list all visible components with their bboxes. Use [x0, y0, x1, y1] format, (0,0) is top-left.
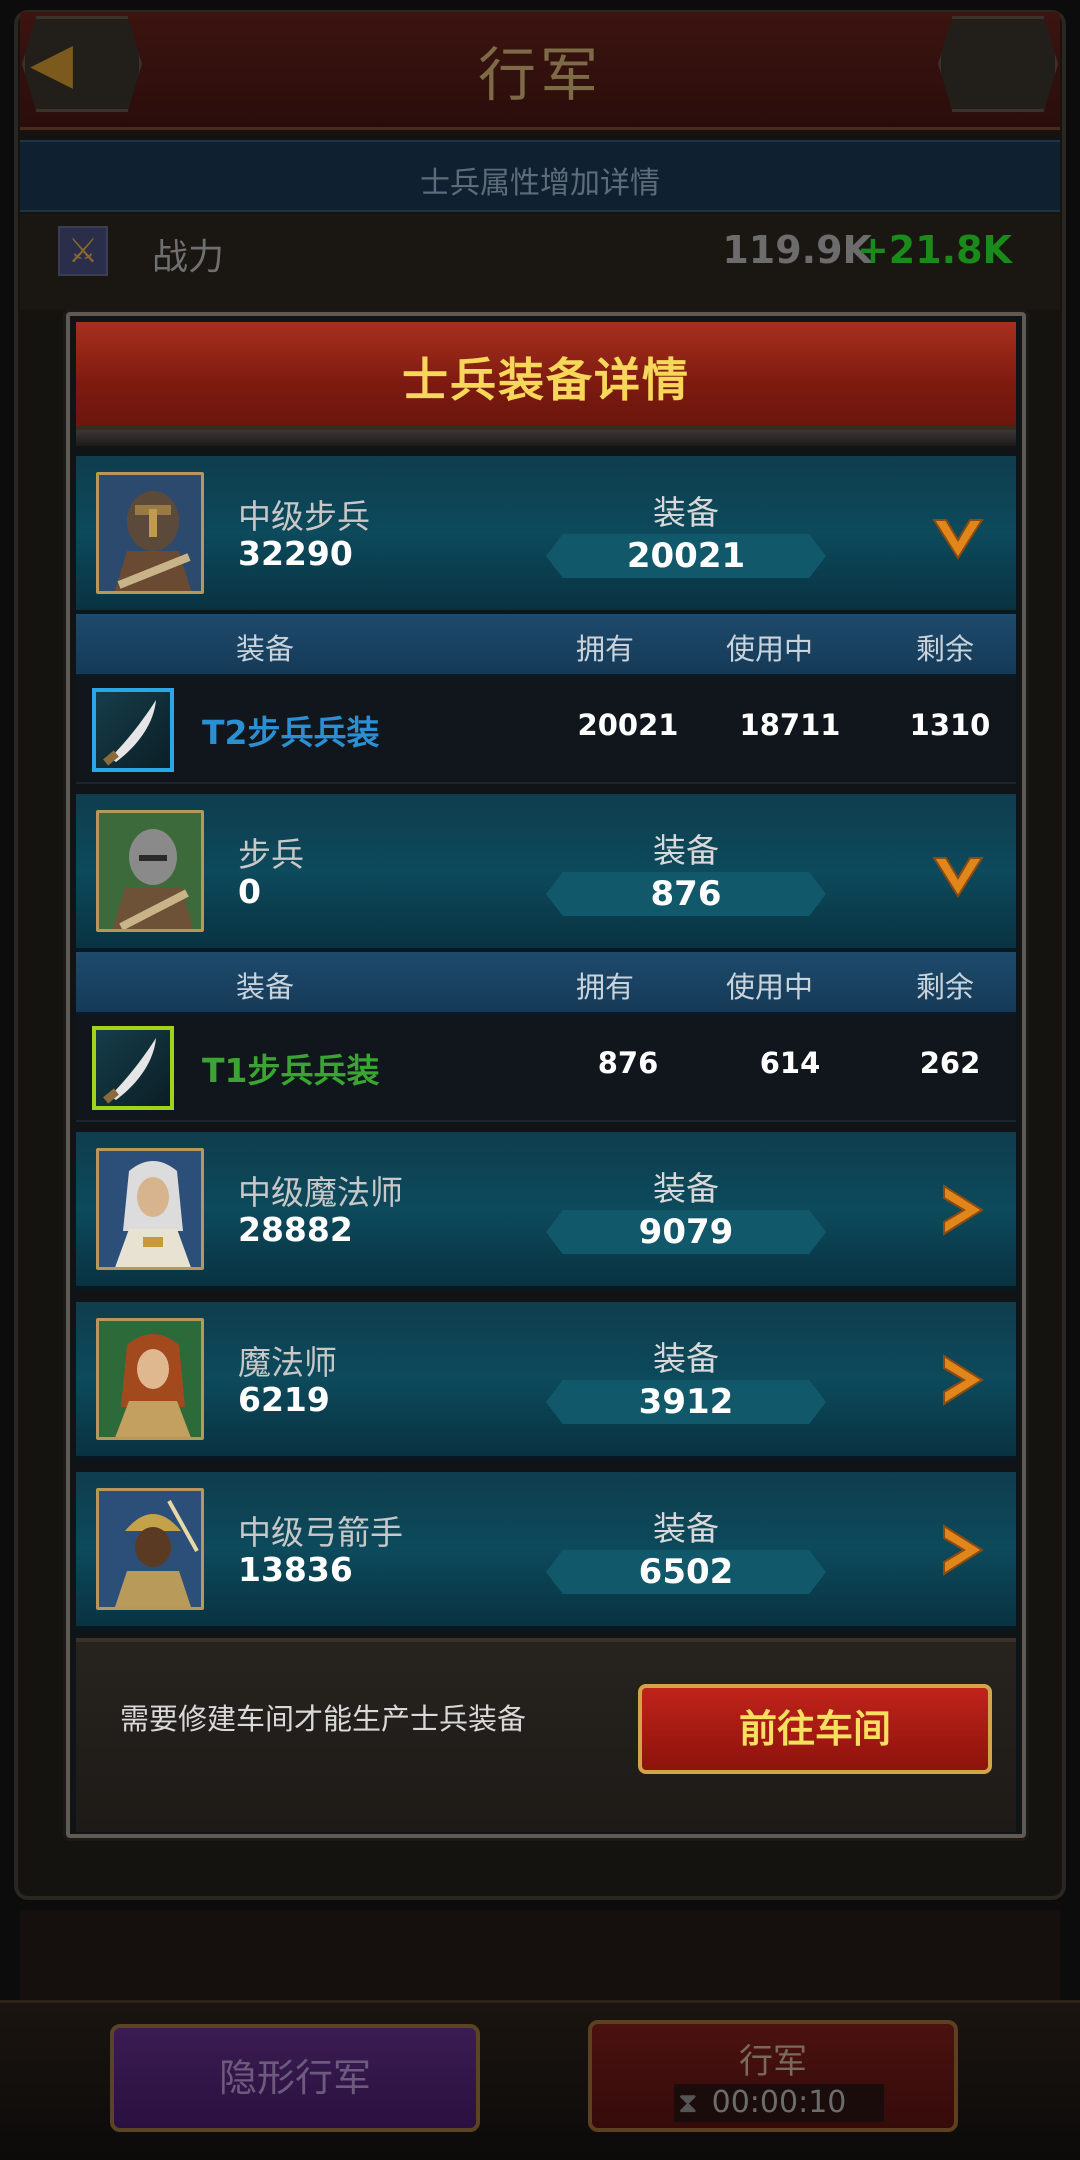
gear-name: T2步兵兵装	[202, 713, 380, 752]
unit-count: 32290	[238, 534, 353, 573]
march-screen: ◀ 行军 士兵属性增加详情 ⚔ 战力 119.9K +21.8K 隐形行军 行军…	[0, 0, 1080, 2160]
gear-name: T1步兵兵装	[202, 1051, 380, 1090]
unit-portrait	[96, 1488, 204, 1610]
unit-row[interactable]: 中级步兵 32290 装备 20021	[76, 456, 1016, 614]
gear-in-use: 614	[759, 1046, 821, 1080]
stealth-march-button[interactable]: 隐形行军	[110, 2024, 480, 2132]
unit-count: 28882	[238, 1210, 353, 1249]
march-button[interactable]: 行军 00:00:10 ⧗	[588, 2020, 958, 2132]
col-gear: 装备	[236, 632, 295, 666]
gear-table-header: 装备 拥有 使用中 剩余	[76, 614, 1016, 676]
equip-count: 9079	[546, 1210, 826, 1254]
chevron-right-icon[interactable]	[938, 1182, 986, 1238]
equip-count: 3912	[546, 1380, 826, 1424]
power-label: 战力	[152, 237, 225, 278]
hourglass-icon: ⧗	[678, 2086, 698, 2119]
workshop-requirement-note: 需要修建车间才能生产士兵装备	[120, 1702, 527, 1736]
sorceress-portrait-icon	[99, 1321, 201, 1437]
gear-remaining: 1310	[909, 708, 991, 742]
unit-row[interactable]: 魔法师 6219 装备 3912	[76, 1302, 1016, 1460]
col-owned: 拥有	[576, 970, 635, 1004]
equip-label: 装备	[653, 1169, 719, 1208]
blade-icon	[92, 688, 174, 772]
chevron-down-icon[interactable]	[930, 510, 986, 566]
go-to-workshop-button[interactable]: 前往车间	[638, 1684, 992, 1774]
col-remaining: 剩余	[916, 632, 975, 666]
modal-footer: 需要修建车间才能生产士兵装备 前往车间	[76, 1638, 1016, 1832]
page-title: 行军	[477, 41, 602, 109]
unit-name: 中级弓箭手	[238, 1513, 403, 1552]
gear-table-header: 装备 拥有 使用中 剩余	[76, 952, 1016, 1014]
unit-row[interactable]: 中级弓箭手 13836 装备 6502	[76, 1472, 1016, 1630]
modal-title: 士兵装备详情	[402, 353, 690, 407]
unit-row[interactable]: 步兵 0 装备 876	[76, 794, 1016, 952]
gear-owned: 876	[597, 1046, 659, 1080]
infantry-portrait-icon	[99, 813, 201, 929]
unit-count: 0	[238, 872, 261, 911]
gear-row: T2步兵兵装 20021 18711 1310	[76, 676, 1016, 784]
modal-header-trim	[76, 430, 1016, 446]
equip-label: 装备	[653, 1509, 719, 1548]
col-in-use: 使用中	[726, 632, 814, 666]
gear-owned: 20021	[577, 708, 679, 742]
march-button-label: 行军	[739, 2042, 807, 2082]
gear-in-use: 18711	[739, 708, 841, 742]
unit-name: 步兵	[238, 835, 304, 874]
unit-portrait	[96, 1318, 204, 1440]
unit-name: 中级步兵	[238, 497, 370, 536]
equip-count: 876	[546, 872, 826, 916]
chevron-down-icon[interactable]	[930, 848, 986, 904]
equip-label: 装备	[653, 1339, 719, 1378]
sword-icon: ⚔	[58, 226, 108, 276]
equip-label: 装备	[653, 831, 719, 870]
unit-name: 中级魔法师	[238, 1173, 403, 1212]
unit-name: 魔法师	[238, 1343, 337, 1382]
archer-portrait-icon	[99, 1491, 201, 1607]
gear-remaining: 262	[919, 1046, 981, 1080]
march-timer: 00:00:10	[674, 2084, 884, 2122]
unit-count: 6219	[238, 1380, 330, 1419]
col-gear: 装备	[236, 970, 295, 1004]
gear-row: T1步兵兵装 876 614 262	[76, 1014, 1016, 1122]
power-value: 119.9K	[722, 228, 872, 272]
chevron-right-icon[interactable]	[938, 1352, 986, 1408]
unit-portrait	[96, 1148, 204, 1270]
chevron-right-icon[interactable]	[938, 1522, 986, 1578]
attribute-subheader: 士兵属性增加详情	[420, 166, 660, 201]
col-owned: 拥有	[576, 632, 635, 666]
equipment-details-modal: 士兵装备详情 中级步兵 32290 装备 20021 装备 拥有 使用中 剩余 …	[66, 312, 1026, 1838]
col-remaining: 剩余	[916, 970, 975, 1004]
unit-portrait	[96, 810, 204, 932]
col-in-use: 使用中	[726, 970, 814, 1004]
unit-row[interactable]: 中级魔法师 28882 装备 9079	[76, 1132, 1016, 1290]
modal-header: 士兵装备详情	[76, 322, 1016, 430]
bottom-strip	[20, 1910, 1060, 2000]
blade-icon	[92, 1026, 174, 1110]
unit-list[interactable]: 中级步兵 32290 装备 20021 装备 拥有 使用中 剩余 T2步兵兵装 …	[76, 446, 1016, 1638]
power-delta: +21.8K	[856, 228, 1012, 272]
equip-label: 装备	[653, 493, 719, 532]
knight-portrait-icon	[99, 475, 201, 591]
mage-portrait-icon	[99, 1151, 201, 1267]
equip-count: 6502	[546, 1550, 826, 1594]
unit-count: 13836	[238, 1550, 353, 1589]
equip-count: 20021	[546, 534, 826, 578]
unit-portrait	[96, 472, 204, 594]
